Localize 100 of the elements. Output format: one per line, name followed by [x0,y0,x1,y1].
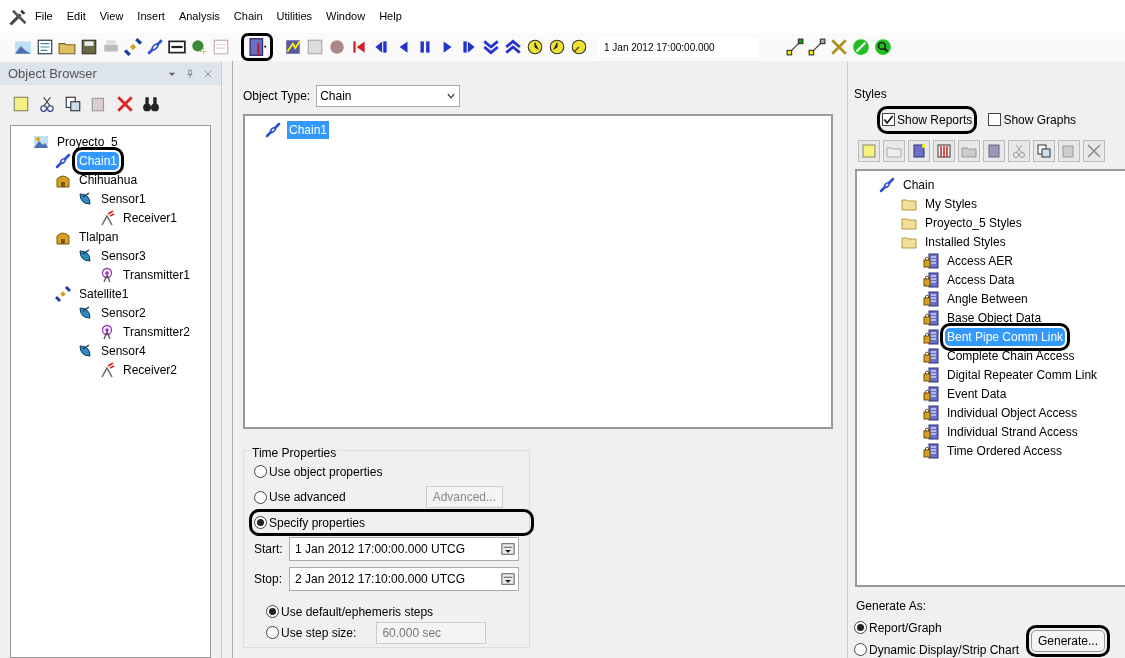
radio-label: Dynamic Display/Strip Chart [869,641,1020,658]
checkbox[interactable] [988,113,1002,127]
object-type-dropdown[interactable]: Chain [316,85,461,107]
menu-item[interactable]: Insert [130,7,172,26]
tree-item[interactable]: Receiver1 [121,208,180,227]
tree-item[interactable]: Digital Repeater Comm Link [945,365,1100,384]
clock-icon[interactable] [570,38,588,56]
landscape-icon[interactable] [14,38,32,56]
satellite-icon [55,285,71,302]
close-icon[interactable] [203,69,213,79]
clock-icon[interactable] [548,38,566,56]
menu-item[interactable]: Help [372,7,409,26]
menu-item[interactable]: File [28,7,60,26]
tree-item[interactable]: Base Object Data [945,308,1044,327]
menu-item[interactable]: Chain [226,7,270,26]
tree-item[interactable]: Access AER [945,251,1016,270]
transmitter-antenna-icon [99,266,115,283]
tree-item[interactable]: Installed Styles [923,232,1008,251]
tree-item[interactable]: Access Data [945,270,1017,289]
menu-item[interactable]: Analysis [171,7,227,26]
sensor-dish-icon [77,247,93,264]
tree-item[interactable]: Proyecto_5 [55,132,120,151]
radio-button[interactable] [854,643,867,656]
checkbox-label: Show Reports [897,111,973,129]
radio-button[interactable] [254,516,267,529]
receiver-antenna-icon [99,361,115,378]
tree-item[interactable]: Transmitter2 [121,322,192,341]
tree-item[interactable]: Individual Strand Access [945,422,1080,441]
locked-report-icon [923,404,939,421]
delete-icon[interactable] [1086,142,1102,159]
chain-link-icon [55,152,71,169]
tree-item[interactable]: Chihuahua [77,170,140,189]
binoculars-icon[interactable] [142,95,160,113]
clock-icon[interactable] [526,38,544,56]
chevrons-down-icon[interactable] [482,38,500,56]
radio-label: Use default/ephemeris steps [281,603,434,621]
locked-report-icon [923,252,939,269]
tree-item[interactable]: Sensor4 [99,341,148,360]
delete-icon[interactable] [116,95,134,113]
document-icon[interactable] [36,38,54,56]
radio-button[interactable] [254,490,267,504]
locked-report-icon [923,290,939,307]
tree-item[interactable]: Satellite1 [77,284,131,303]
sensor-dish-icon [77,304,93,321]
menu-item[interactable]: Window [319,7,373,26]
time-field[interactable]: 1 Jan 2012 17:00:00.000 [598,37,758,57]
tree-item[interactable]: Proyecto_5 Styles [923,213,1024,232]
copy-icon[interactable] [64,95,82,113]
tree-item[interactable]: Transmitter1 [121,265,192,284]
sensor-dish-icon [77,190,93,207]
tree-item[interactable]: Complete Chain Access [945,346,1077,365]
satellite-icon[interactable] [124,38,142,56]
landscape-icon [33,133,49,150]
locked-report-icon [923,423,939,440]
locked-report-icon [923,328,939,345]
checkbox[interactable] [882,113,895,127]
date-field[interactable]: 1 Jan 2012 17:00:00.000 UTCG [289,537,519,561]
chevron-down-icon [446,91,457,101]
tree-item[interactable]: Sensor3 [99,246,148,265]
radio-button[interactable] [254,465,267,478]
check-icon [883,114,894,126]
radio-button[interactable] [266,605,279,618]
tree-item[interactable]: My Styles [923,194,979,213]
field-label: Start: [254,541,284,558]
menu-item[interactable]: Edit [59,7,93,26]
tree-item[interactable]: Sensor1 [99,189,148,208]
line-node-icon[interactable] [786,38,804,56]
checkbox-label: Show Graphs [1003,111,1077,129]
scissors-icon[interactable] [38,95,56,113]
menu-item[interactable]: Utilities [269,7,320,26]
zoom-icon[interactable] [874,38,892,56]
locked-report-icon [923,271,939,288]
locked-report-icon [923,309,939,326]
radio-label: Use object properties [269,463,383,481]
locked-report-icon [923,347,939,364]
tree-item[interactable]: Angle Between [945,289,1030,308]
tree-item[interactable]: Time Ordered Access [945,441,1064,460]
radio-button[interactable] [854,621,867,634]
field-label: Stop: [254,571,284,588]
tree-item[interactable]: Individual Object Access [945,403,1080,422]
tree-item[interactable]: Sensor2 [99,303,148,322]
radio-button[interactable] [266,626,279,639]
menu-item[interactable]: View [92,7,131,26]
line-node-icon[interactable] [808,38,826,56]
save-icon[interactable] [80,38,98,56]
skip-back-icon[interactable] [350,38,368,56]
date-field[interactable]: 2 Jan 2012 17:10:00.000 UTCG [289,567,519,591]
pin-icon[interactable] [185,69,195,79]
step-size-field[interactable]: 60.000 sec [376,621,487,644]
copy-icon[interactable] [1036,142,1052,159]
chain-link-icon [879,176,895,193]
tree-item[interactable]: Chain [901,175,937,194]
transmitter-antenna-icon [99,323,115,340]
receiver-antenna-icon [99,209,115,226]
radio-label: Use step size: [281,624,357,642]
tree-item[interactable]: Tlalpan [77,227,121,246]
chain-link-icon[interactable] [146,38,164,56]
tree-item[interactable]: Event Data [945,384,1009,403]
tree-item[interactable]: Receiver2 [121,360,180,379]
chevrons-up-icon[interactable] [504,38,522,56]
